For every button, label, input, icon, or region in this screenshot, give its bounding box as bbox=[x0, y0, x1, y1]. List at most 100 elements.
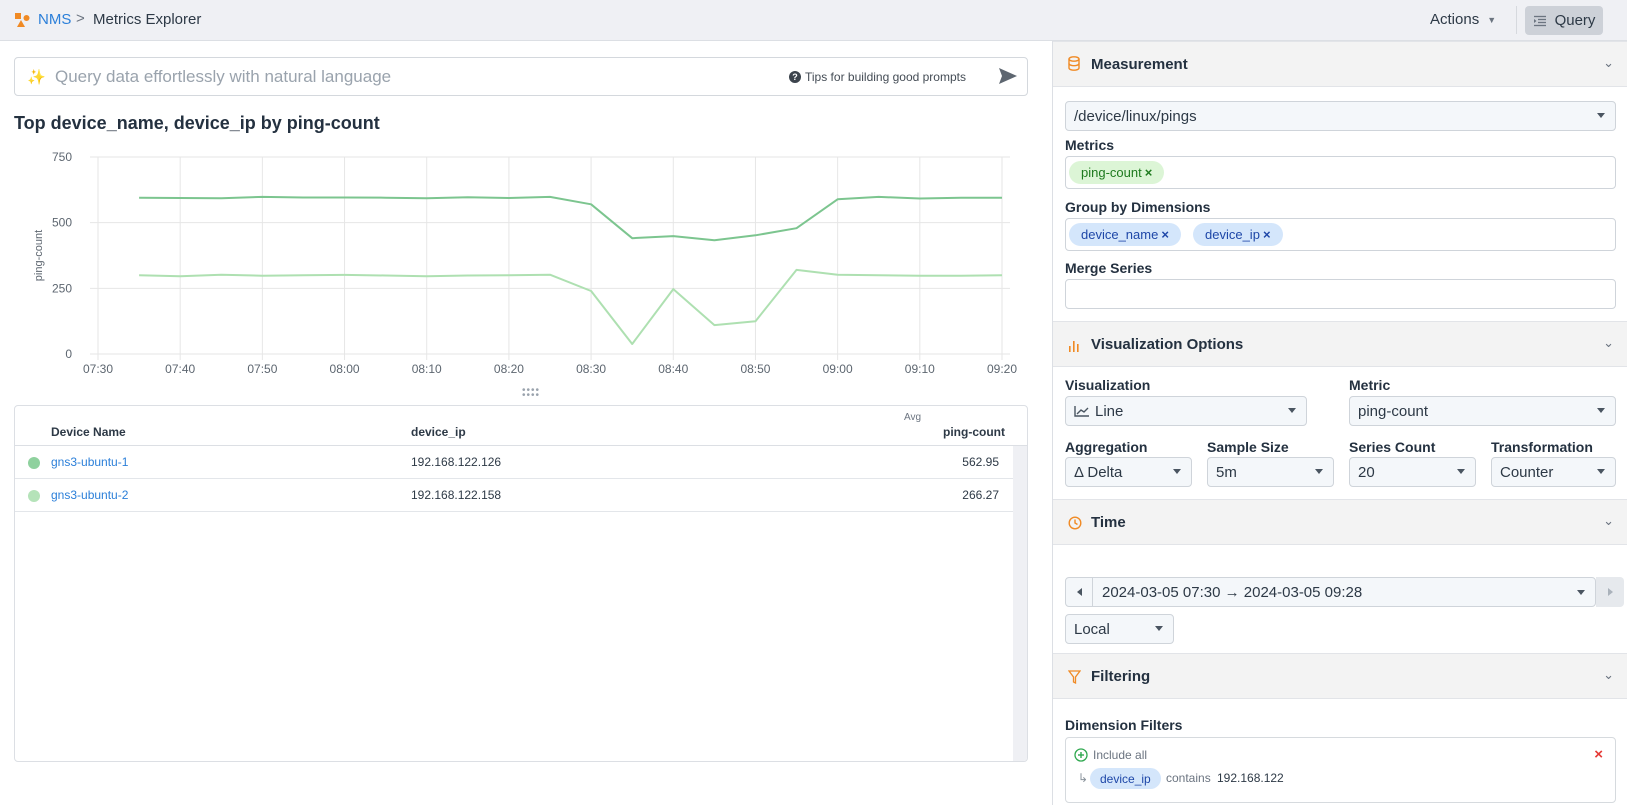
data-point[interactable] bbox=[178, 274, 182, 278]
time-previous-button[interactable] bbox=[1066, 578, 1093, 606]
filtering-section-title: Filtering bbox=[1091, 668, 1151, 685]
dropdown-arrow-icon bbox=[1288, 408, 1296, 413]
data-point[interactable] bbox=[918, 197, 922, 201]
data-point[interactable] bbox=[877, 195, 881, 199]
data-point[interactable] bbox=[753, 233, 757, 237]
aggregation-select[interactable]: Δ Delta bbox=[1065, 457, 1192, 487]
data-point[interactable] bbox=[507, 196, 511, 200]
remove-tag-icon[interactable]: × bbox=[1161, 227, 1169, 242]
time-section-header[interactable]: Time ⌄ bbox=[1053, 499, 1627, 545]
data-point[interactable] bbox=[630, 236, 634, 240]
timezone-select[interactable]: Local bbox=[1065, 614, 1174, 644]
data-point[interactable] bbox=[343, 195, 347, 199]
device-name-link[interactable]: gns3-ubuntu-1 bbox=[51, 455, 128, 469]
query-button[interactable]: Query bbox=[1525, 6, 1603, 35]
merge-series-input[interactable] bbox=[1065, 279, 1616, 309]
data-point[interactable] bbox=[425, 274, 429, 278]
include-all-label[interactable]: Include all bbox=[1093, 748, 1147, 762]
data-point[interactable] bbox=[548, 273, 552, 277]
data-point[interactable] bbox=[178, 196, 182, 200]
data-point[interactable] bbox=[301, 195, 305, 199]
group-by-tag[interactable]: device_ip × bbox=[1193, 223, 1283, 246]
add-circle-icon[interactable] bbox=[1074, 748, 1088, 762]
data-point[interactable] bbox=[712, 323, 716, 327]
data-point[interactable] bbox=[671, 234, 675, 238]
data-point[interactable] bbox=[836, 197, 840, 201]
nested-arrow-icon: ↳ bbox=[1078, 771, 1089, 785]
data-point[interactable] bbox=[753, 319, 757, 323]
data-point[interactable] bbox=[137, 273, 141, 277]
data-point[interactable] bbox=[1000, 196, 1004, 200]
metric-select[interactable]: ping-count bbox=[1349, 396, 1616, 426]
data-point[interactable] bbox=[137, 196, 141, 200]
data-point[interactable] bbox=[959, 274, 963, 278]
data-point[interactable] bbox=[1000, 273, 1004, 277]
metric-tag-label: ping-count bbox=[1081, 165, 1142, 180]
actions-menu-button[interactable]: Actions ▼ bbox=[1430, 11, 1496, 28]
filter-value: 192.168.122 bbox=[1217, 771, 1284, 785]
series-count-label: Series Count bbox=[1349, 439, 1436, 455]
data-point[interactable] bbox=[219, 273, 223, 277]
data-point[interactable] bbox=[795, 268, 799, 272]
data-point[interactable] bbox=[671, 287, 675, 291]
data-point[interactable] bbox=[384, 273, 388, 277]
column-header-ping-count[interactable]: ping-count bbox=[943, 425, 1005, 439]
time-range-select[interactable]: 2024-03-05 07:30 → 2024-03-05 09:28 bbox=[1065, 577, 1596, 607]
series-line-2[interactable] bbox=[139, 268, 1003, 345]
data-point[interactable] bbox=[301, 273, 305, 277]
group-by-tag[interactable]: device_name × bbox=[1069, 223, 1181, 246]
y-tick-label: 250 bbox=[52, 281, 72, 295]
time-next-button[interactable] bbox=[1596, 577, 1624, 607]
data-point[interactable] bbox=[712, 238, 716, 242]
series-line-1[interactable] bbox=[139, 195, 1002, 242]
send-icon[interactable] bbox=[998, 67, 1018, 85]
data-point[interactable] bbox=[466, 273, 470, 277]
data-point[interactable] bbox=[507, 273, 511, 277]
filtering-section-header[interactable]: Filtering ⌄ bbox=[1053, 653, 1627, 699]
data-point[interactable] bbox=[260, 195, 264, 199]
visualization-select[interactable]: Line bbox=[1065, 396, 1307, 426]
remove-filter-icon[interactable]: × bbox=[1594, 746, 1603, 763]
data-point[interactable] bbox=[260, 274, 264, 278]
metrics-tag-input[interactable]: ping-count × bbox=[1065, 156, 1616, 189]
series-count-select[interactable]: 20 bbox=[1349, 457, 1476, 487]
resize-handle-icon[interactable]: •••• •••• bbox=[522, 386, 540, 401]
sample-size-select[interactable]: 5m bbox=[1207, 457, 1334, 487]
measurement-select[interactable]: /device/linux/pings bbox=[1065, 101, 1616, 131]
data-point[interactable] bbox=[877, 273, 881, 277]
caret-right-icon bbox=[1608, 588, 1613, 596]
column-header-device-name[interactable]: Device Name bbox=[51, 425, 126, 439]
remove-tag-icon[interactable]: × bbox=[1263, 227, 1271, 242]
tips-link[interactable]: ? Tips for building good prompts bbox=[789, 70, 966, 84]
device-name-link[interactable]: gns3-ubuntu-2 bbox=[51, 488, 128, 502]
data-point[interactable] bbox=[630, 342, 634, 346]
data-point[interactable] bbox=[384, 196, 388, 200]
remove-tag-icon[interactable]: × bbox=[1145, 165, 1153, 180]
data-point[interactable] bbox=[343, 273, 347, 277]
transformation-select[interactable]: Counter bbox=[1491, 457, 1616, 487]
chevron-down-icon: ⌄ bbox=[1603, 667, 1614, 682]
dimension-filters-label: Dimension Filters bbox=[1065, 717, 1183, 733]
data-point[interactable] bbox=[589, 289, 593, 293]
data-point[interactable] bbox=[918, 274, 922, 278]
table-scrollbar[interactable] bbox=[1013, 446, 1027, 761]
chevron-down-icon: ⌄ bbox=[1603, 55, 1614, 70]
breadcrumb-root-link[interactable]: NMS bbox=[38, 11, 71, 28]
data-point[interactable] bbox=[425, 196, 429, 200]
data-point[interactable] bbox=[795, 226, 799, 230]
natural-language-query-input[interactable] bbox=[55, 65, 695, 89]
data-point[interactable] bbox=[959, 196, 963, 200]
visualization-value: Line bbox=[1095, 403, 1124, 420]
data-point[interactable] bbox=[589, 202, 593, 206]
filter-dimension-tag[interactable]: device_ip bbox=[1090, 768, 1161, 789]
metric-tag[interactable]: ping-count × bbox=[1069, 161, 1165, 184]
data-point[interactable] bbox=[836, 273, 840, 277]
data-point[interactable] bbox=[219, 196, 223, 200]
filter-operator: contains bbox=[1166, 771, 1211, 785]
data-point[interactable] bbox=[466, 195, 470, 199]
visualization-section-header[interactable]: Visualization Options ⌄ bbox=[1053, 321, 1627, 367]
group-by-tag-input[interactable]: device_name × device_ip × bbox=[1065, 218, 1616, 251]
measurement-section-header[interactable]: Measurement ⌄ bbox=[1053, 41, 1627, 87]
column-header-device-ip[interactable]: device_ip bbox=[411, 425, 466, 439]
data-point[interactable] bbox=[548, 195, 552, 199]
